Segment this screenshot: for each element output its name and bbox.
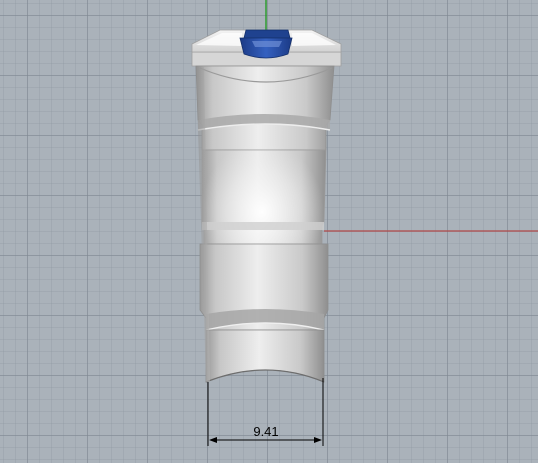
upper-section bbox=[195, 65, 335, 151]
part-body[interactable] bbox=[191, 29, 342, 383]
dimension-arrow-right bbox=[314, 437, 322, 443]
blue-insert[interactable] bbox=[239, 29, 293, 59]
scene-canvas[interactable] bbox=[0, 0, 538, 463]
insert-top bbox=[243, 29, 291, 39]
bottom-section bbox=[205, 329, 325, 383]
insert-shine bbox=[252, 41, 282, 47]
middle-step bbox=[202, 222, 324, 230]
dimension-value-label: 9.41 bbox=[253, 424, 279, 439]
dimension-arrow-left bbox=[209, 437, 217, 443]
3d-viewport[interactable]: 9.41 bbox=[0, 0, 538, 463]
